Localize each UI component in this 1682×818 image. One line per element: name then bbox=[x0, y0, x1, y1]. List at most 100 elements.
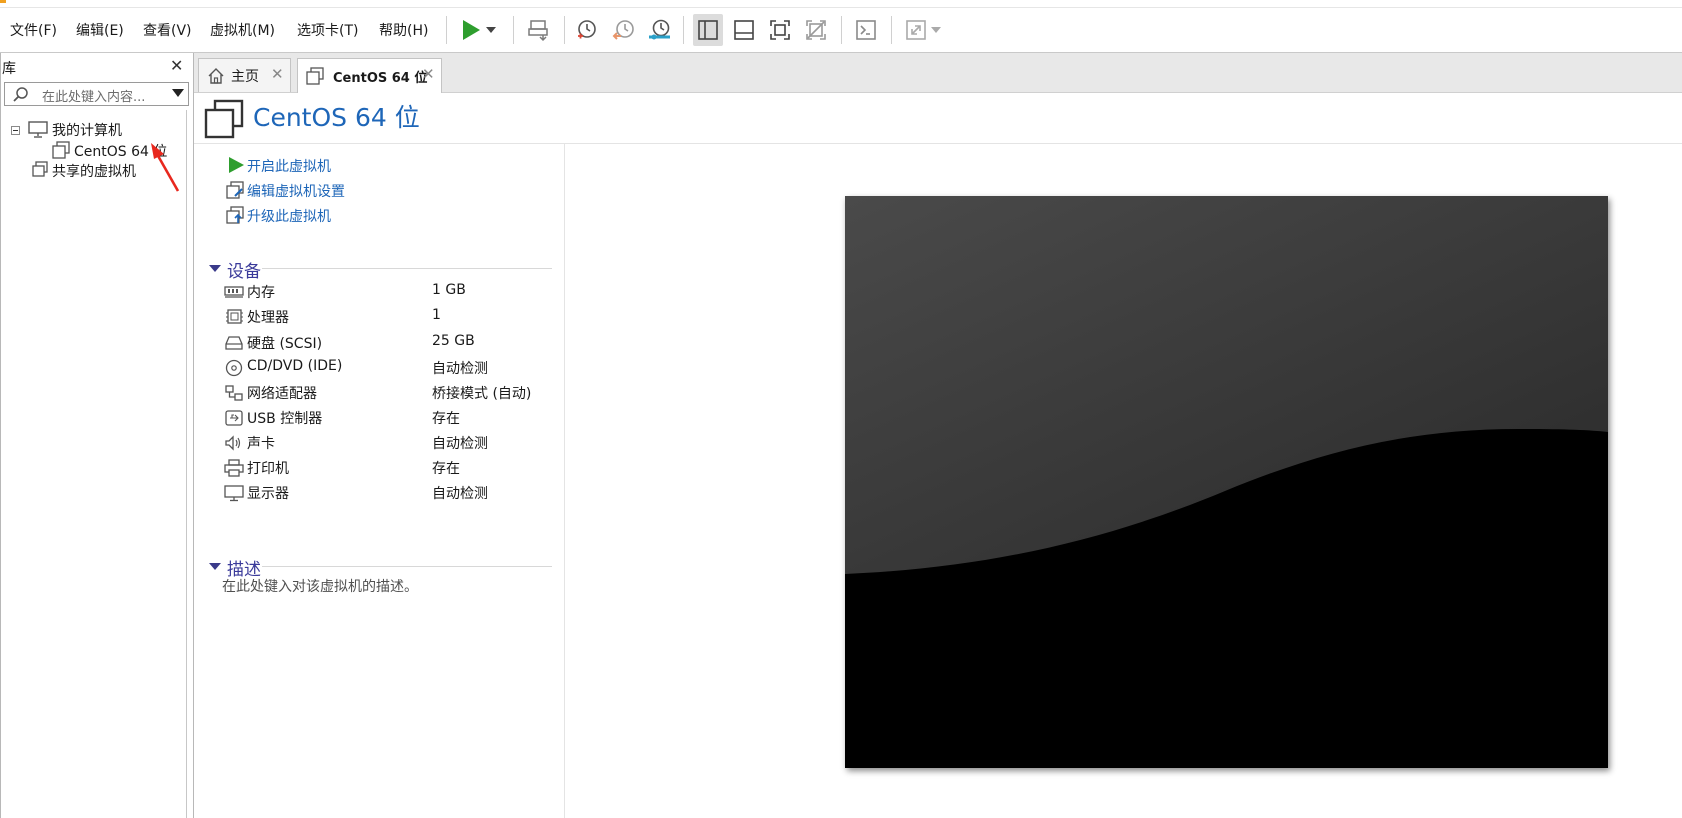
device-value: 1 bbox=[432, 307, 441, 323]
device-name[interactable]: 显示器 bbox=[247, 483, 289, 503]
tab-home-close-icon[interactable]: ✕ bbox=[271, 65, 284, 83]
tab-home[interactable]: 主页 ✕ bbox=[198, 58, 291, 92]
shared-vms-icon bbox=[31, 161, 49, 183]
description-placeholder[interactable]: 在此处键入对该虚拟机的描述。 bbox=[222, 576, 418, 596]
cpu-icon bbox=[224, 308, 244, 326]
fullscreen-icon bbox=[770, 20, 790, 40]
snapshot-revert-icon bbox=[612, 20, 634, 40]
sound-card-icon bbox=[224, 434, 244, 452]
device-value: 自动检测 bbox=[432, 486, 488, 502]
power-on-link[interactable]: 开启此虚拟机 bbox=[247, 156, 331, 176]
device-value: 自动检测 bbox=[432, 361, 488, 377]
library-title: 库 bbox=[2, 61, 16, 77]
cd-dvd-icon bbox=[224, 359, 244, 377]
devices-collapse-icon[interactable] bbox=[209, 265, 221, 272]
library-border bbox=[0, 53, 1, 818]
network-adapter-icon bbox=[224, 384, 244, 402]
page-title: CentOS 64 位 bbox=[253, 103, 420, 132]
device-name[interactable]: USB 控制器 bbox=[247, 408, 322, 428]
toolbar-separator bbox=[683, 16, 684, 44]
tree-my-computer[interactable]: 我的计算机 bbox=[52, 120, 122, 140]
sidebar-layout-icon bbox=[698, 20, 718, 40]
stretch-guest-button[interactable] bbox=[901, 14, 931, 46]
full-screen-button[interactable] bbox=[765, 14, 795, 46]
printer-icon bbox=[224, 459, 244, 477]
upgrade-icon bbox=[226, 206, 246, 228]
dropdown-icon bbox=[931, 27, 941, 33]
device-name[interactable]: 网络适配器 bbox=[247, 383, 317, 403]
collapse-toggle-icon[interactable] bbox=[11, 126, 20, 135]
tab-centos[interactable]: CentOS 64 位 ✕ bbox=[297, 58, 442, 93]
stretch-dropdown-button[interactable] bbox=[928, 14, 944, 46]
unity-button[interactable] bbox=[801, 14, 831, 46]
search-icon bbox=[12, 86, 30, 108]
menu-edit[interactable]: 编辑(E) bbox=[76, 20, 124, 40]
memory-icon bbox=[224, 283, 244, 301]
tab-home-label: 主页 bbox=[231, 69, 259, 85]
search-dropdown-icon[interactable] bbox=[172, 89, 184, 97]
toolbar-separator bbox=[446, 16, 447, 44]
power-dropdown-button[interactable] bbox=[483, 14, 499, 46]
edit-settings-icon bbox=[226, 181, 246, 203]
annotation-arrow-icon bbox=[151, 143, 180, 192]
device-name[interactable]: 打印机 bbox=[247, 458, 289, 478]
device-name[interactable]: 硬盘 (SCSI) bbox=[247, 333, 322, 353]
usb-icon bbox=[224, 409, 244, 427]
title-strip bbox=[0, 0, 1682, 8]
tab-centos-label: CentOS 64 位 bbox=[333, 71, 428, 86]
hard-disk-icon bbox=[224, 334, 244, 352]
device-value: 存在 bbox=[432, 461, 460, 477]
devices-section-title[interactable]: 设备 bbox=[227, 257, 261, 282]
snapshot-manager-button[interactable] bbox=[645, 14, 675, 46]
show-library-button[interactable] bbox=[693, 14, 723, 46]
devices-section-rule bbox=[262, 268, 552, 269]
send-ctrl-alt-del-button[interactable] bbox=[524, 14, 554, 46]
device-value: 自动检测 bbox=[432, 436, 488, 452]
menu-tabs[interactable]: 选项卡(T) bbox=[297, 20, 358, 40]
menu-file[interactable]: 文件(F) bbox=[10, 20, 57, 40]
tree-shared-vms[interactable]: 共享的虚拟机 bbox=[52, 161, 136, 181]
device-name[interactable]: 处理器 bbox=[247, 307, 289, 327]
take-snapshot-button[interactable] bbox=[572, 14, 602, 46]
unity-icon bbox=[806, 20, 826, 40]
snapshot-icon bbox=[578, 20, 596, 39]
computer-icon bbox=[28, 121, 48, 143]
show-thumbnail-bar-button[interactable] bbox=[729, 14, 759, 46]
device-value: 桥接模式 (自动) bbox=[432, 386, 532, 402]
menu-view[interactable]: 查看(V) bbox=[143, 20, 192, 40]
library-scroll-divider bbox=[186, 110, 187, 818]
menu-vm[interactable]: 虚拟机(M) bbox=[210, 20, 275, 40]
description-collapse-icon[interactable] bbox=[209, 563, 221, 570]
play-icon bbox=[463, 20, 480, 40]
power-on-icon bbox=[227, 156, 245, 178]
vm-icon bbox=[306, 67, 324, 89]
revert-snapshot-button[interactable] bbox=[609, 14, 639, 46]
tab-centos-close-icon[interactable]: ✕ bbox=[422, 65, 435, 83]
device-value: 1 GB bbox=[432, 282, 466, 298]
library-search-placeholder: 在此处键入内容... bbox=[42, 90, 146, 105]
device-value: 25 GB bbox=[432, 333, 475, 349]
device-name[interactable]: 声卡 bbox=[247, 433, 275, 453]
upgrade-link[interactable]: 升级此虚拟机 bbox=[247, 206, 331, 226]
power-on-button[interactable] bbox=[456, 14, 486, 46]
bottom-panel-icon bbox=[734, 20, 754, 40]
device-name[interactable]: CD/DVD (IDE) bbox=[247, 358, 342, 374]
home-icon bbox=[207, 67, 225, 89]
device-name[interactable]: 内存 bbox=[247, 282, 275, 302]
edit-settings-link[interactable]: 编辑虚拟机设置 bbox=[247, 181, 345, 201]
stretch-icon bbox=[906, 20, 926, 40]
toolbar-separator bbox=[891, 16, 892, 44]
app-accent bbox=[0, 0, 6, 3]
send-keys-icon bbox=[528, 20, 548, 42]
menu-help[interactable]: 帮助(H) bbox=[379, 20, 428, 40]
preview-image bbox=[845, 196, 1608, 768]
console-view-button[interactable] bbox=[851, 14, 881, 46]
console-icon bbox=[856, 20, 876, 40]
vm-icon bbox=[52, 141, 70, 163]
library-close-icon[interactable]: ✕ bbox=[170, 56, 183, 75]
menubar-toolbar: 文件(F) 编辑(E) 查看(V) 虚拟机(M) 选项卡(T) 帮助(H) bbox=[0, 8, 1682, 53]
display-icon bbox=[224, 484, 244, 502]
description-section-rule bbox=[262, 566, 552, 567]
vm-screen-preview[interactable] bbox=[845, 196, 1608, 768]
snapshot-manager-icon bbox=[649, 19, 670, 40]
